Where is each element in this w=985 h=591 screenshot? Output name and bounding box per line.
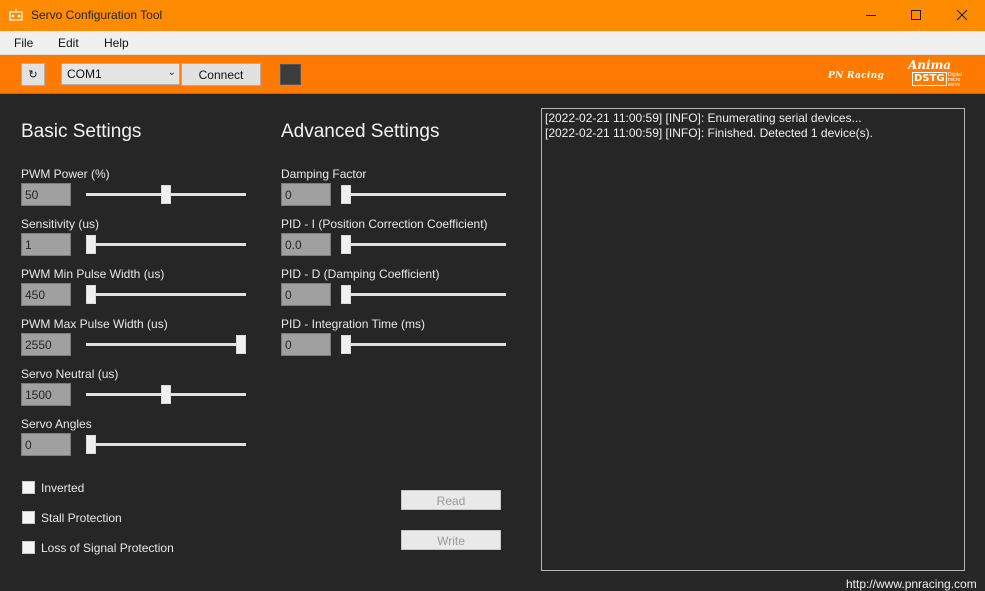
inverted-checkbox[interactable] — [22, 481, 35, 494]
read-button-label: Read — [436, 494, 466, 508]
chevron-down-icon: ⌄ — [167, 67, 176, 78]
value-input[interactable]: 0.0 — [281, 233, 331, 256]
pn-racing-logo: PN Racing — [828, 71, 885, 81]
field-label: Servo Angles — [21, 417, 92, 431]
menu-help[interactable]: Help — [104, 36, 129, 50]
advanced-settings-title: Advanced Settings — [281, 121, 440, 142]
field-label: Servo Neutral (us) — [21, 367, 119, 381]
maximize-button[interactable] — [893, 0, 939, 31]
log-panel[interactable]: [2022-02-21 11:00:59] [INFO]: Enumeratin… — [541, 108, 965, 571]
value-input[interactable]: 0 — [281, 183, 331, 206]
value-slider[interactable] — [341, 334, 506, 355]
slider-thumb[interactable] — [86, 285, 96, 304]
app-icon — [9, 9, 23, 21]
maximize-icon — [911, 10, 921, 20]
refresh-ports-button[interactable]: ↻ — [21, 63, 45, 86]
value-slider[interactable] — [86, 434, 246, 455]
value-slider[interactable] — [86, 384, 246, 405]
connect-button-label: Connect — [198, 68, 244, 82]
log-line: [2022-02-21 11:00:59] [INFO]: Enumeratin… — [545, 111, 862, 125]
value-slider[interactable] — [86, 284, 246, 305]
anima-badge-text: DSTG — [914, 73, 945, 84]
field-label: PWM Power (%) — [21, 167, 110, 181]
field-label: PWM Max Pulse Width (us) — [21, 317, 168, 331]
slider-thumb[interactable] — [341, 285, 351, 304]
slider-thumb[interactable] — [341, 185, 351, 204]
anima-tagline: Digital micro servo — [948, 72, 962, 88]
value-slider[interactable] — [86, 334, 246, 355]
menu-file[interactable]: File — [14, 36, 33, 50]
field-label: PID - D (Damping Coefficient) — [281, 267, 440, 281]
field-label: PID - I (Position Correction Coefficient… — [281, 217, 488, 231]
value-input[interactable]: 2550 — [21, 333, 71, 356]
connection-status-indicator — [280, 64, 301, 85]
slider-track — [86, 443, 246, 446]
stall-protection-label: Stall Protection — [41, 511, 122, 525]
basic-settings-title: Basic Settings — [21, 121, 142, 142]
value-slider[interactable] — [341, 184, 506, 205]
title-bar: Servo Configuration Tool — [0, 0, 985, 31]
value-input[interactable]: 0 — [281, 283, 331, 306]
refresh-icon: ↻ — [28, 68, 38, 81]
log-line: [2022-02-21 11:00:59] [INFO]: Finished. … — [545, 126, 873, 140]
slider-thumb[interactable] — [161, 185, 171, 204]
menu-edit[interactable]: Edit — [58, 36, 79, 50]
value-input[interactable]: 1500 — [21, 383, 71, 406]
slider-track — [341, 243, 506, 246]
field-label: PID - Integration Time (ms) — [281, 317, 426, 331]
value-input[interactable]: 450 — [21, 283, 71, 306]
slider-thumb[interactable] — [86, 435, 96, 454]
anima-badge: DSTG — [912, 72, 947, 86]
value-slider[interactable] — [86, 234, 246, 255]
port-select[interactable]: COM1 ⌄ — [61, 63, 180, 85]
menu-bar: File Edit Help — [0, 31, 985, 55]
window-title: Servo Configuration Tool — [31, 8, 163, 22]
field-label: Sensitivity (us) — [21, 217, 100, 231]
write-button[interactable]: Write — [401, 530, 501, 550]
write-button-label: Write — [437, 534, 465, 548]
value-slider[interactable] — [341, 284, 506, 305]
value-input[interactable]: 50 — [21, 183, 71, 206]
value-input[interactable]: 1 — [21, 233, 71, 256]
slider-thumb[interactable] — [341, 235, 351, 254]
slider-track — [86, 343, 246, 346]
value-slider[interactable] — [341, 234, 506, 255]
slider-track — [86, 243, 246, 246]
slider-track — [86, 293, 246, 296]
port-select-value: COM1 — [67, 67, 102, 81]
field-label: Damping Factor — [281, 167, 367, 181]
website-link[interactable]: http://www.pnracing.com — [846, 577, 977, 591]
slider-thumb[interactable] — [161, 385, 171, 404]
value-input[interactable]: 0 — [21, 433, 71, 456]
minimize-button[interactable] — [848, 0, 894, 31]
close-icon — [956, 9, 968, 21]
loss-of-signal-label: Loss of Signal Protection — [41, 541, 174, 555]
slider-thumb[interactable] — [341, 335, 351, 354]
read-button[interactable]: Read — [401, 490, 501, 510]
toolbar: ↻ COM1 ⌄ Connect PN Racing Anima DSTG Di… — [0, 55, 985, 94]
value-slider[interactable] — [86, 184, 246, 205]
stall-protection-checkbox[interactable] — [22, 511, 35, 524]
slider-thumb[interactable] — [86, 235, 96, 254]
connect-button[interactable]: Connect — [181, 63, 261, 86]
inverted-label: Inverted — [41, 481, 85, 495]
anima-logo: Anima — [908, 58, 952, 72]
slider-track — [341, 293, 506, 296]
minimize-icon — [866, 15, 876, 16]
slider-track — [341, 343, 506, 346]
field-label: PWM Min Pulse Width (us) — [21, 267, 165, 281]
close-button[interactable] — [939, 0, 985, 31]
loss-of-signal-checkbox[interactable] — [22, 541, 35, 554]
slider-track — [341, 193, 506, 196]
value-input[interactable]: 0 — [281, 333, 331, 356]
slider-thumb[interactable] — [236, 335, 246, 354]
